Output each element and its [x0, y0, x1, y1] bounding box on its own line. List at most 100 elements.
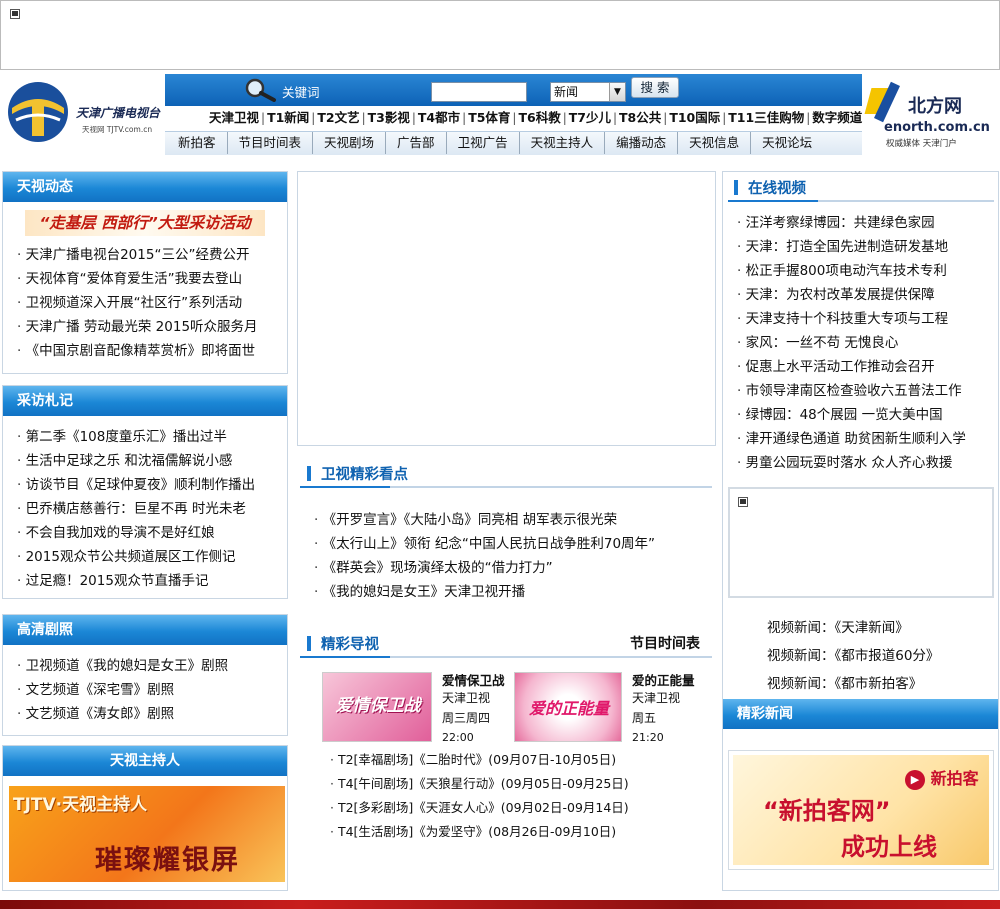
list-item[interactable]: 2015观众节公共频道展区工作侧记 [17, 545, 283, 569]
zhaji-list: 第二季《108度童乐汇》播出过半 生活中足球之乐 和沈福儒解说小感 访谈节目《足… [3, 425, 283, 593]
channel-link[interactable]: T8公共 [617, 106, 663, 130]
list-item[interactable]: 过足瘾！2015观众节直播手记 [17, 569, 283, 593]
program-title[interactable]: 爱情保卫战 [442, 670, 505, 689]
list-item[interactable]: 文艺频道《涛女郎》剧照 [17, 702, 283, 726]
host-banner[interactable]: TJTV·天视主持人 璀璨耀银屏 [9, 786, 285, 882]
list-item[interactable]: 《开罗宣言》《大陆小岛》同亮相 胡军表示很光荣 [314, 508, 716, 532]
list-item[interactable]: T2[多彩剧场]《天涯女人心》(09月02日-09月14日) [330, 796, 712, 820]
nav-link[interactable]: 天视剧场 [313, 132, 387, 154]
list-item[interactable]: 不会自我加戏的导演不是好红娘 [17, 521, 283, 545]
search-button[interactable]: 搜 索 [631, 77, 679, 98]
list-item[interactable]: 访谈节目《足球仲夏夜》顺利制作播出 [17, 473, 283, 497]
juzhao-list: 卫视频道《我的媳妇是女王》剧照 文艺频道《深宅雪》剧照 文艺频道《涛女郎》剧照 [3, 654, 283, 726]
program-thumbnail[interactable]: 爱情保卫战 [322, 672, 432, 742]
tjtv-logo[interactable]: 天津广播电视台 天视网 TJTV.com.cn [6, 80, 164, 150]
list-item[interactable]: 松正手握800项电动汽车技术专利 [737, 259, 998, 283]
footer-strip [0, 900, 1000, 909]
list-item[interactable]: 《我的媳妇是女王》天津卫视开播 [314, 580, 716, 604]
program-channel: 天津卫视 [442, 691, 491, 705]
enorth-emblem-icon [864, 81, 910, 123]
program-card[interactable]: 爱情保卫战 爱情保卫战 天津卫视 周三周四 22:00 [322, 670, 512, 748]
list-item[interactable]: 家风：一丝不苟 无愧良心 [737, 331, 998, 355]
banner-main-text: “新拍客网” [763, 797, 891, 825]
video-news-link[interactable]: 视频新闻：《天津新闻》 [767, 614, 939, 642]
channel-link[interactable]: T6科教 [516, 106, 562, 130]
channel-link[interactable]: T11三佳购物 [726, 106, 806, 130]
list-item[interactable]: 天津支持十个科技重大专项与工程 [737, 307, 998, 331]
nav-link[interactable]: 广告部 [386, 132, 447, 154]
xinpaike-banner[interactable]: ▶ 新拍客 “新拍客网” 成功上线 [733, 755, 989, 865]
list-item[interactable]: 绿博园：48个展园 一览大美中国 [737, 403, 998, 427]
list-item[interactable]: T2[幸福剧场]《二胎时代》(09月07日-10月05日) [330, 748, 712, 772]
nav-link[interactable]: 天视主持人 [520, 132, 606, 154]
tjtv-emblem-icon [8, 82, 68, 142]
section-title-weishi[interactable]: 卫视精彩看点 [307, 463, 408, 484]
section-title-video[interactable]: 在线视频 [734, 177, 806, 198]
section-marker [307, 636, 311, 651]
nav-link[interactable]: 卫视广告 [447, 132, 520, 154]
list-item[interactable]: 文艺频道《深宅雪》剧照 [17, 678, 283, 702]
list-item[interactable]: 天津广播电视台2015“三公”经费公开 [17, 243, 283, 267]
list-item[interactable]: 卫视频道深入开展“社区行”系列活动 [17, 291, 283, 315]
panel-title[interactable]: 高清剧照 [3, 615, 287, 645]
list-item[interactable]: 市领导津南区检查验收六五普法工作 [737, 379, 998, 403]
channel-link[interactable]: T1新闻 [265, 106, 311, 130]
channel-link[interactable]: T2文艺 [315, 106, 361, 130]
list-item[interactable]: 《太行山上》领衔 纪念“中国人民抗日战争胜利70周年” [314, 532, 716, 556]
chevron-down-icon: ▼ [609, 83, 625, 101]
logo-name: 天津广播电视台 [76, 106, 161, 120]
nav-link[interactable]: 天视论坛 [751, 132, 823, 154]
channel-link[interactable]: T7少儿 [567, 106, 613, 130]
list-item[interactable]: 津开通绿色通道 助贫困新生顺利入学 [737, 427, 998, 451]
nav-link[interactable]: 编播动态 [605, 132, 679, 154]
list-item[interactable]: 男童公园玩耍时落水 众人齐心救援 [737, 451, 998, 475]
list-item[interactable]: 《中国京剧音配像精萃赏析》即将面世 [17, 339, 283, 363]
list-item[interactable]: 《群英会》现场演绎太极的“借力打力” [314, 556, 716, 580]
channel-link[interactable]: T4都市 [416, 106, 462, 130]
video-news-link[interactable]: 视频新闻：《都市报道60分》 [767, 642, 939, 670]
logo-subtitle: 天视网 TJTV.com.cn [82, 125, 153, 134]
host-panel: 天视主持人 TJTV·天视主持人 璀璨耀银屏 [2, 745, 288, 891]
channel-link[interactable]: T10国际 [667, 106, 722, 130]
list-item[interactable]: 天津：为农村改革发展提供保障 [737, 283, 998, 307]
enorth-logo[interactable]: 北方网 enorth.com.cn 权威媒体 天津门户 [864, 80, 1000, 150]
channel-link[interactable]: T3影视 [366, 106, 412, 130]
list-item[interactable]: 卫视频道《我的媳妇是女王》剧照 [17, 654, 283, 678]
channel-link[interactable]: T5体育 [466, 106, 512, 130]
video-news-link[interactable]: 视频新闻：《都市新拍客》 [767, 670, 939, 698]
section-title-daoshi[interactable]: 精彩导视 [307, 633, 379, 654]
featured-media-area[interactable] [297, 171, 716, 446]
panel-title[interactable]: 采访札记 [3, 386, 287, 416]
program-title[interactable]: 爱的正能量 [632, 670, 695, 689]
category-select[interactable]: 新闻 ▼ [550, 82, 626, 102]
channel-link[interactable]: 天津卫视 [207, 106, 261, 130]
list-item[interactable]: 汪洋考察绿博园：共建绿色家园 [737, 211, 998, 235]
program-card[interactable]: 爱的正能量 爱的正能量 天津卫视 周五 21:20 [512, 670, 712, 748]
video-player-placeholder[interactable] [728, 487, 994, 598]
panel-title[interactable]: 精彩新闻 [723, 699, 998, 729]
top-ad-banner[interactable] [0, 0, 1000, 70]
keyword-input[interactable] [431, 82, 527, 102]
campaign-banner[interactable]: “走基层 西部行”大型采访活动 [25, 210, 265, 236]
list-item[interactable]: 促惠上水平活动工作推动会召开 [737, 355, 998, 379]
panel-title[interactable]: 天视主持人 [3, 746, 287, 776]
list-item[interactable]: 天视体育“爱体育爱生活”我要去登山 [17, 267, 283, 291]
enorth-domain: enorth.com.cn [884, 120, 990, 135]
channel-link[interactable]: 数字频道 [810, 106, 864, 130]
host-banner-bottom: 璀璨耀银屏 [95, 845, 240, 876]
nav-link[interactable]: 天视信息 [678, 132, 752, 154]
magnifier-icon [245, 78, 276, 102]
list-item[interactable]: 巴乔横店慈善行：巨星不再 时光未老 [17, 497, 283, 521]
nav-link[interactable]: 节目时间表 [228, 132, 314, 154]
nav-link[interactable]: 新拍客 [167, 132, 228, 154]
list-item[interactable]: 天津广播 劳动最光荣 2015听众服务月 [17, 315, 283, 339]
divider [300, 656, 712, 658]
panel-title[interactable]: 天视动态 [3, 172, 287, 202]
list-item[interactable]: 天津：打造全国先进制造研发基地 [737, 235, 998, 259]
list-item[interactable]: 生活中足球之乐 和沈福儒解说小感 [17, 449, 283, 473]
list-item[interactable]: T4[生活剧场]《为爱坚守》(08月26日-09月10日) [330, 820, 712, 844]
schedule-link[interactable]: 节目时间表 [630, 633, 700, 653]
program-thumbnail[interactable]: 爱的正能量 [514, 672, 622, 742]
list-item[interactable]: T4[午间剧场]《天狼星行动》(09月05日-09月25日) [330, 772, 712, 796]
list-item[interactable]: 第二季《108度童乐汇》播出过半 [17, 425, 283, 449]
